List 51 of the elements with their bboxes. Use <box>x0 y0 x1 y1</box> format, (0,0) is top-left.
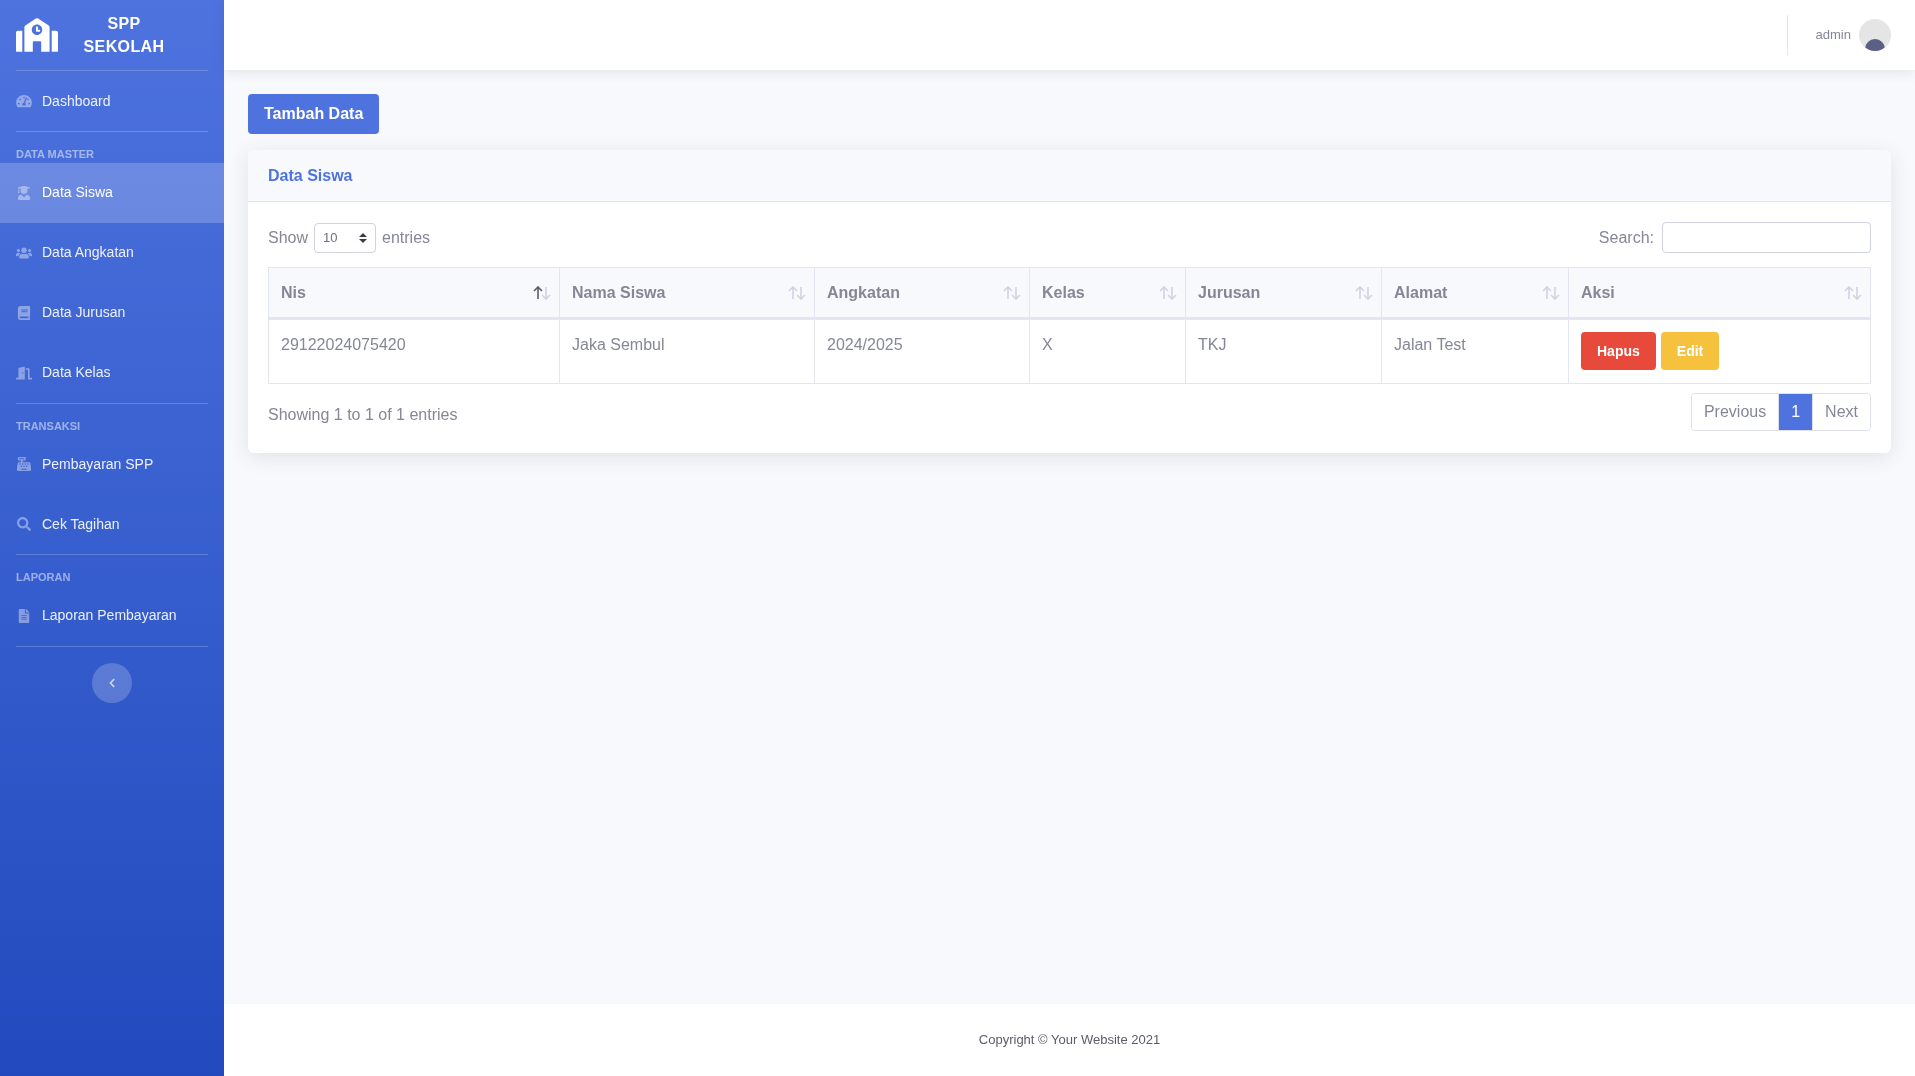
column-header[interactable]: Jurusan <box>1186 268 1382 317</box>
entries-label: entries <box>382 227 431 248</box>
sidebar-item[interactable]: Dashboard <box>0 71 224 131</box>
table-cell: TKJ <box>1186 320 1382 383</box>
add-data-button[interactable]: Tambah Data <box>248 94 380 134</box>
sidebar-item[interactable]: Laporan Pembayaran <box>0 585 224 646</box>
column-header[interactable]: Alamat <box>1382 268 1569 317</box>
action-button[interactable]: Hapus <box>1581 332 1656 370</box>
copyright-text: Copyright © Your Website 2021 <box>978 1031 1161 1050</box>
door-icon <box>16 365 32 380</box>
card-title: Data Siswa <box>268 165 353 186</box>
show-label: Show <box>268 227 309 248</box>
table-info: Showing 1 to 1 of 1 entries <box>268 405 458 425</box>
sidebar-toggle-button[interactable] <box>92 662 132 703</box>
brand-title[interactable]: SPP SEKOLAH <box>74 12 174 58</box>
column-header[interactable]: Angkatan <box>815 268 1030 317</box>
table-cell: 29122024075420 <box>269 320 560 383</box>
file-icon <box>16 608 32 623</box>
graduate-icon <box>16 185 32 200</box>
table-cell: Jaka Sembul <box>560 320 815 383</box>
sidebar-item[interactable]: Data Angkatan <box>0 222 224 283</box>
page-size-select[interactable]: 10 <box>314 222 377 253</box>
search-icon <box>16 517 32 531</box>
table-cell: 2024/2025 <box>815 320 1030 383</box>
pagination-link[interactable]: 1 <box>1778 394 1813 430</box>
column-header[interactable]: Nis <box>269 268 560 317</box>
sidebar-item[interactable]: Cek Tagihan <box>0 494 224 554</box>
column-header[interactable]: Nama Siswa <box>560 268 815 317</box>
select-arrows-icon <box>359 232 368 243</box>
table-cell: X <box>1030 320 1186 383</box>
pagination-link[interactable]: Next <box>1812 394 1870 430</box>
sidebar-heading: TRANSAKSI <box>15 418 82 434</box>
users-icon <box>16 245 32 260</box>
column-header[interactable]: Kelas <box>1030 268 1186 317</box>
search-label: Search: <box>1598 227 1654 248</box>
search-field[interactable] <box>1662 222 1871 253</box>
school-icon <box>16 17 58 53</box>
book-icon <box>16 305 32 320</box>
avatar[interactable] <box>1859 19 1891 51</box>
sidebar-item[interactable]: Pembayaran SPP <box>0 434 224 494</box>
dashboard-icon <box>16 94 32 108</box>
sidebar-heading: LAPORAN <box>15 570 72 585</box>
sidebar-heading: DATA MASTER <box>15 147 95 162</box>
table-cell: Jalan Test <box>1382 320 1569 383</box>
sidebar-item[interactable]: Data Siswa <box>0 162 224 223</box>
sidebar-item[interactable]: Data Jurusan <box>0 282 224 343</box>
column-header[interactable]: Aksi <box>1569 268 1870 317</box>
chevron-left-icon <box>107 677 117 688</box>
cash-register-icon <box>16 457 32 471</box>
user-name[interactable]: admin <box>1815 25 1851 45</box>
sidebar-item[interactable]: Data Kelas <box>0 342 224 403</box>
